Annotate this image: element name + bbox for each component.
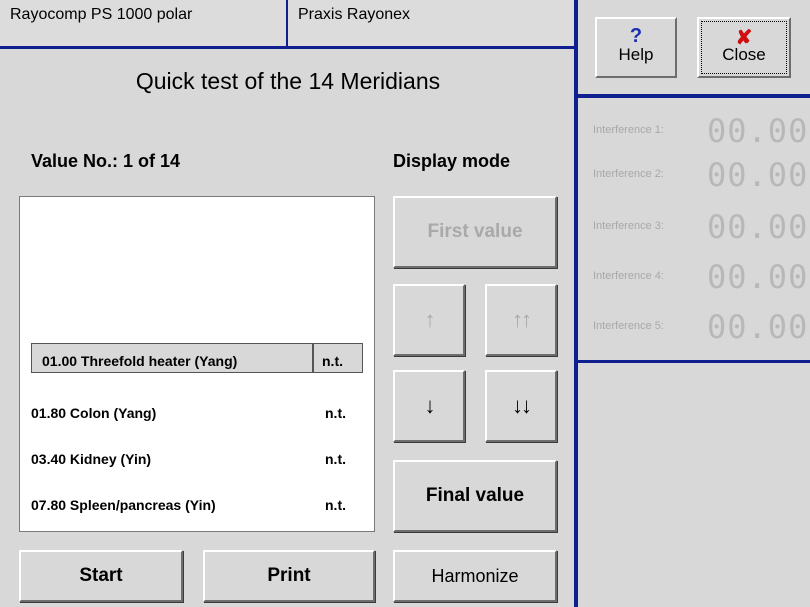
- question-icon: ?: [629, 25, 643, 47]
- final-value-button[interactable]: Final value: [393, 460, 557, 532]
- interference-label: Interference 1:: [593, 124, 664, 136]
- interference-label: Interference 3:: [593, 220, 664, 232]
- interference-value: 00.00: [707, 156, 809, 194]
- arrow-up-icon: ↑: [424, 307, 436, 332]
- help-button[interactable]: ? Help: [595, 17, 677, 78]
- arrow-down-icon: ↓: [424, 393, 436, 418]
- list-item[interactable]: 03.40 Kidney (Yin) n.t.: [20, 441, 374, 475]
- list-item-name: 07.80 Spleen/pancreas (Yin): [31, 497, 216, 513]
- tab-device[interactable]: Rayocomp PS 1000 polar: [0, 0, 286, 46]
- list-item-value: n.t.: [325, 405, 346, 421]
- step-up-button[interactable]: ↑: [393, 284, 465, 356]
- list-item[interactable]: 01.80 Colon (Yang) n.t.: [20, 395, 374, 429]
- close-button[interactable]: ✘ Close: [697, 17, 791, 78]
- fast-down-button[interactable]: ↓↓: [485, 370, 557, 442]
- display-mode-label: Display mode: [393, 151, 511, 171]
- tab-practice[interactable]: Praxis Rayonex: [288, 0, 574, 46]
- side-top-divider: [578, 94, 810, 98]
- close-label: Close: [722, 45, 766, 64]
- interference-value: 00.00: [707, 308, 809, 346]
- header-underline: [0, 46, 578, 49]
- interference-label: Interference 4:: [593, 270, 664, 282]
- interference-label: Interference 2:: [593, 168, 664, 180]
- side-bottom-divider: [578, 360, 810, 363]
- interference-value: 00.00: [707, 112, 809, 150]
- interference-value: 00.00: [707, 258, 809, 296]
- start-button[interactable]: Start: [19, 550, 183, 602]
- list-item-name: 03.40 Kidney (Yin): [31, 451, 152, 467]
- value-counter: Value No.: 1 of 14: [31, 151, 181, 171]
- print-button[interactable]: Print: [203, 550, 375, 602]
- page-title: Quick test of the 14 Meridians: [135, 68, 441, 94]
- step-down-button[interactable]: ↓: [393, 370, 465, 442]
- interference-2: Interference 2: 00.00: [593, 156, 807, 196]
- list-item-value: n.t.: [325, 497, 346, 513]
- double-arrow-down-icon: ↓↓: [512, 393, 532, 418]
- interference-label: Interference 5:: [593, 320, 664, 332]
- interference-value: 00.00: [707, 208, 809, 246]
- list-item-value: n.t.: [313, 343, 363, 373]
- close-x-icon: ✘: [735, 27, 753, 49]
- harmonize-button[interactable]: Harmonize: [393, 550, 557, 602]
- double-arrow-up-icon: ↑↑: [512, 307, 532, 332]
- fast-up-button[interactable]: ↑↑: [485, 284, 557, 356]
- interference-3: Interference 3: 00.00: [593, 208, 807, 248]
- list-item[interactable]: 07.80 Spleen/pancreas (Yin) n.t.: [20, 487, 374, 521]
- help-label: Help: [618, 45, 654, 64]
- list-item-value: n.t.: [325, 451, 346, 467]
- interference-5: Interference 5: 00.00: [593, 308, 807, 348]
- interference-1: Interference 1: 00.00: [593, 112, 807, 152]
- interference-4: Interference 4: 00.00: [593, 258, 807, 298]
- first-value-button[interactable]: First value: [393, 196, 557, 268]
- list-item-name: 01.80 Colon (Yang): [31, 405, 157, 421]
- meridian-list[interactable]: 01.00 Threefold heater (Yang) n.t. 01.80…: [19, 196, 375, 532]
- list-item[interactable]: 01.00 Threefold heater (Yang) n.t.: [20, 343, 374, 377]
- list-item-name: 01.00 Threefold heater (Yang): [31, 343, 313, 373]
